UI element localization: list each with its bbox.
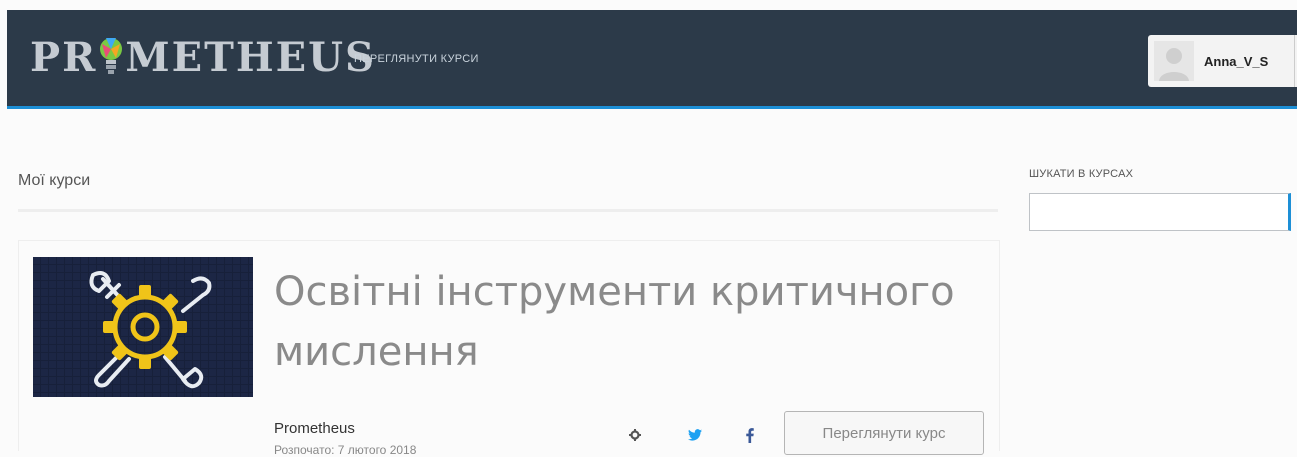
user-menu[interactable]: Anna_V_S: [1148, 35, 1297, 87]
logo-text-left: PR: [30, 33, 98, 81]
user-menu-divider: [1294, 35, 1295, 87]
course-title[interactable]: Освітні інструменти критичного мислення: [274, 262, 974, 382]
header-accent-line: [7, 106, 1297, 109]
gear-icon: [629, 429, 641, 441]
page-title: Мої курси: [18, 172, 91, 189]
facebook-icon: [746, 427, 754, 443]
course-organization: Prometheus: [274, 420, 355, 437]
logo-text-right: METHEUS: [125, 33, 376, 81]
lightbulb-logo-icon: [100, 38, 123, 74]
twitter-icon: [688, 429, 702, 441]
title-divider: [18, 209, 998, 212]
search-input[interactable]: [1029, 193, 1291, 231]
search-label: ШУКАТИ В КУРСАХ: [1029, 168, 1134, 180]
browse-courses-link[interactable]: ПЕРЕГЛЯНУТИ КУРСИ: [354, 53, 479, 65]
username-label: Anna_V_S: [1204, 53, 1269, 69]
course-thumbnail[interactable]: [33, 257, 253, 397]
share-twitter-button[interactable]: [685, 425, 705, 445]
view-course-button[interactable]: Переглянути курс: [784, 411, 984, 455]
gear-wrench-illustration-icon: [33, 257, 253, 397]
prometheus-logo[interactable]: PR METHEUS: [30, 32, 376, 82]
settings-button[interactable]: [625, 425, 645, 445]
course-start-date: Розпочато: 7 лютого 2018: [274, 443, 417, 457]
share-facebook-button[interactable]: [740, 425, 760, 445]
avatar-icon: [1154, 41, 1194, 81]
